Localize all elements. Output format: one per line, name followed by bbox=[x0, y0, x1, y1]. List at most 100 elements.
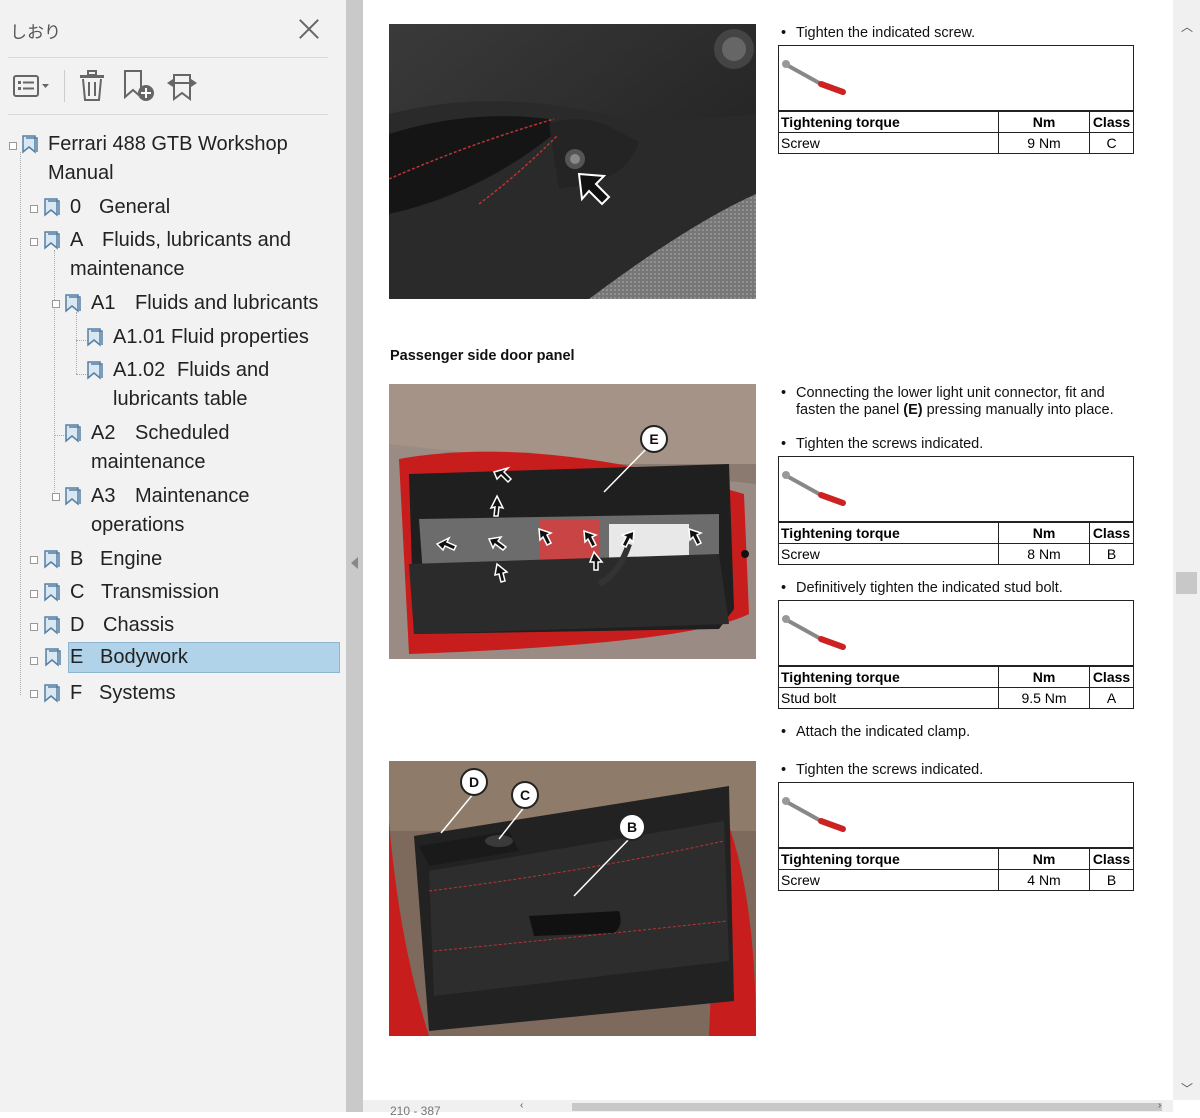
tree-toggle[interactable] bbox=[30, 657, 38, 665]
vertical-scrollbar[interactable] bbox=[1173, 0, 1200, 1100]
section-heading: Passenger side door panel bbox=[390, 348, 575, 364]
torque-table: Tightening torque Nm Class Screw 9 Nm C bbox=[778, 45, 1134, 154]
tree-item-engine[interactable]: B Engine bbox=[44, 545, 330, 574]
tree-line bbox=[76, 312, 77, 374]
nm-header: Nm bbox=[998, 848, 1090, 870]
torque-item: Screw bbox=[779, 132, 999, 153]
bullet-text: Definitively tighten the indicated stud … bbox=[796, 580, 1063, 596]
panel-splitter[interactable] bbox=[346, 0, 363, 1112]
photo-door-handle bbox=[389, 24, 756, 299]
tree-item-label: Fluids, lubricants and maintenance bbox=[70, 229, 291, 280]
tree-item-number: A2 bbox=[91, 422, 116, 444]
tree-item-number: D bbox=[70, 614, 85, 636]
list-options-icon bbox=[13, 75, 49, 97]
bookmark-icon bbox=[44, 550, 60, 569]
tree-toggle[interactable] bbox=[30, 556, 38, 564]
nm-header: Nm bbox=[998, 111, 1090, 133]
vertical-scroll-thumb[interactable] bbox=[1176, 572, 1197, 594]
tree-item-transmission[interactable]: C Transmission bbox=[44, 578, 330, 607]
torque-class: C bbox=[1089, 132, 1133, 153]
torque-class: B bbox=[1089, 543, 1133, 564]
torque-header: Tightening torque bbox=[779, 522, 999, 544]
torque-class: B bbox=[1089, 869, 1133, 890]
torque-wrench-image bbox=[779, 46, 1133, 111]
tree-item-root[interactable]: Ferrari 488 GTB Workshop Manual bbox=[22, 130, 328, 188]
tree-item-bodywork[interactable]: E Bodywork bbox=[45, 642, 340, 673]
tree-item-general[interactable]: 0 General bbox=[44, 193, 330, 222]
bookmark-icon bbox=[65, 487, 81, 506]
tree-item-a3[interactable]: A3 Maintenance operations bbox=[65, 482, 291, 540]
torque-wrench-image bbox=[779, 601, 1133, 666]
torque-header: Tightening torque bbox=[779, 848, 999, 870]
torque-wrench-icon bbox=[782, 797, 846, 832]
torque-nm: 8 Nm bbox=[998, 543, 1090, 564]
bookmark-icon bbox=[65, 294, 81, 313]
tree-item-number: C bbox=[70, 581, 85, 603]
scroll-down-icon[interactable]: ﹀ bbox=[1181, 1080, 1193, 1097]
bookmark-icon bbox=[44, 684, 60, 703]
photo-door-panel-closed: D C B bbox=[389, 761, 756, 1036]
tree-item-label: General bbox=[99, 196, 171, 218]
tree-item-label: Systems bbox=[99, 682, 176, 704]
delete-bookmark-button[interactable] bbox=[76, 68, 108, 104]
class-header: Class bbox=[1089, 111, 1133, 133]
torque-class: A bbox=[1089, 687, 1133, 708]
nm-header: Nm bbox=[998, 522, 1090, 544]
tree-item-a2[interactable]: A2 Scheduled maintenance bbox=[65, 419, 291, 477]
tree-line bbox=[20, 152, 21, 695]
tree-item-number: A1.02 bbox=[113, 359, 166, 381]
torque-item: Screw bbox=[779, 869, 999, 890]
tree-toggle[interactable] bbox=[30, 623, 38, 631]
instruction-bullet: • Tighten the screws indicated. bbox=[781, 762, 984, 778]
tree-toggle[interactable] bbox=[30, 238, 38, 246]
new-bookmark-button[interactable] bbox=[118, 68, 158, 104]
bullet-text: pressing manually into place. bbox=[922, 402, 1114, 418]
instruction-bullet: • Tighten the screws indicated. bbox=[781, 436, 984, 452]
tree-item-number: A1 bbox=[91, 292, 116, 314]
expand-bookmark-icon bbox=[167, 74, 197, 101]
add-bookmark-icon bbox=[124, 70, 154, 101]
torque-item: Screw bbox=[779, 543, 999, 564]
bullet-text: Tighten the indicated screw. bbox=[796, 25, 976, 41]
tree-item-label: Fluids and lubricants bbox=[135, 292, 319, 314]
tree-item-systems[interactable]: F Systems bbox=[44, 679, 330, 708]
close-icon[interactable] bbox=[296, 16, 322, 42]
bookmark-icon bbox=[44, 616, 60, 635]
tree-item-label: Transmission bbox=[101, 581, 220, 603]
instruction-bullet: • Attach the indicated clamp. bbox=[781, 724, 971, 740]
tree-item-number: 0 bbox=[70, 196, 82, 218]
tree-item-label: Bodywork bbox=[100, 646, 188, 668]
class-header: Class bbox=[1089, 522, 1133, 544]
page-number-label: 210 - 387 bbox=[390, 1104, 441, 1118]
tree-item-number: A1.01 bbox=[113, 326, 166, 348]
tree-toggle[interactable] bbox=[52, 493, 60, 501]
tree-item-a101[interactable]: A1.01 Fluid properties bbox=[87, 323, 338, 352]
tree-item-number: E bbox=[70, 646, 84, 668]
tree-toggle[interactable] bbox=[52, 300, 60, 308]
bookmark-icon bbox=[44, 583, 60, 602]
torque-item: Stud bolt bbox=[779, 687, 999, 708]
tree-toggle[interactable] bbox=[30, 590, 38, 598]
torque-wrench-image bbox=[779, 783, 1133, 848]
tree-item-label: Engine bbox=[100, 548, 163, 570]
tree-item-chassis[interactable]: D Chassis bbox=[44, 611, 330, 640]
tree-item-fluids[interactable]: A Fluids, lubricants and maintenance bbox=[44, 226, 330, 284]
options-menu-button[interactable] bbox=[10, 68, 54, 104]
horizontal-scroll-thumb[interactable] bbox=[572, 1103, 1162, 1111]
torque-header: Tightening torque bbox=[779, 111, 999, 133]
tree-toggle[interactable] bbox=[9, 142, 17, 150]
scroll-up-icon[interactable]: ︿ bbox=[1181, 18, 1193, 35]
tree-item-a102[interactable]: A1.02 Fluids and lubricants table bbox=[87, 356, 303, 414]
tree-toggle[interactable] bbox=[30, 690, 38, 698]
torque-header: Tightening torque bbox=[779, 666, 999, 688]
bookmarks-title: しおり bbox=[10, 23, 61, 43]
tree-item-number: A3 bbox=[91, 485, 116, 507]
scroll-left-icon[interactable]: ‹ bbox=[520, 1100, 523, 1111]
class-header: Class bbox=[1089, 666, 1133, 688]
scroll-right-icon[interactable]: › bbox=[1158, 1100, 1161, 1111]
callout-b: B bbox=[618, 813, 646, 841]
tree-item-a1[interactable]: A1 Fluids and lubricants bbox=[65, 289, 336, 318]
expand-bookmark-button[interactable] bbox=[164, 68, 200, 104]
tree-toggle[interactable] bbox=[30, 205, 38, 213]
collapse-arrow-icon[interactable] bbox=[351, 557, 358, 569]
